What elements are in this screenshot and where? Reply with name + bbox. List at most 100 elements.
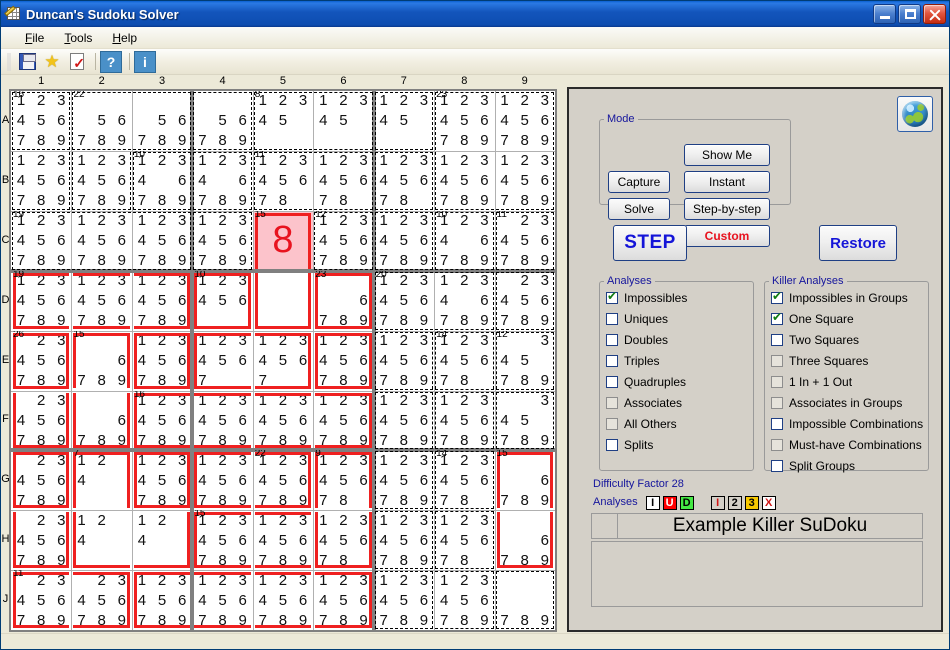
candidate-2[interactable]: 2 [394, 570, 414, 590]
candidate-4[interactable]: 4 [374, 291, 394, 311]
candidate-8[interactable]: 8 [454, 311, 474, 331]
check-button[interactable]: ✓ [66, 51, 88, 73]
grid-cell[interactable]: 1234567899 [313, 450, 373, 510]
sudoku-grid[interactable]: 1234567891612345678922123456789123456789… [11, 91, 555, 630]
candidate-4[interactable]: 4 [253, 470, 273, 490]
candidate-9[interactable]: 9 [474, 131, 494, 151]
candidate-4[interactable]: 4 [374, 410, 394, 430]
candidate-4[interactable]: 4 [434, 111, 454, 131]
candidate-7[interactable]: 7 [434, 131, 454, 151]
candidate-4[interactable]: 4 [313, 231, 333, 251]
candidate-5[interactable]: 5 [333, 231, 353, 251]
candidate-7[interactable]: 7 [374, 251, 394, 271]
analysis-checkbox[interactable] [606, 439, 618, 451]
candidate-9[interactable]: 9 [414, 371, 434, 391]
candidate-4[interactable]: 4 [434, 590, 454, 610]
killer-analysis-row[interactable]: Must-have Combinations [765, 434, 928, 455]
candidate-9[interactable]: 9 [535, 131, 555, 151]
candidate-8[interactable]: 8 [92, 251, 112, 271]
candidate-6[interactable]: 6 [112, 111, 132, 131]
analysis-checkbox[interactable] [606, 418, 618, 430]
killer-analysis-checkbox[interactable] [771, 292, 783, 304]
candidate-5[interactable]: 5 [273, 470, 293, 490]
candidate-9[interactable]: 9 [51, 131, 71, 151]
candidate-7[interactable]: 7 [434, 251, 454, 271]
grid-cell[interactable]: 123456789 [374, 391, 434, 451]
candidate-2[interactable]: 2 [454, 510, 474, 530]
grid-cell[interactable]: 123456789 [374, 91, 434, 151]
menu-tools[interactable]: Tools [54, 29, 102, 47]
candidate-8[interactable]: 8 [515, 251, 535, 271]
grid-cell[interactable]: 12345678912 [313, 211, 373, 271]
candidate-3[interactable]: 3 [414, 211, 434, 231]
candidate-2[interactable]: 2 [515, 211, 535, 231]
candidate-5[interactable]: 5 [31, 590, 51, 610]
candidate-8[interactable]: 8 [212, 191, 232, 211]
grid-cell[interactable]: 123456789 [495, 151, 555, 211]
grid-cell[interactable]: 12345678920 [374, 271, 434, 331]
candidate-7[interactable]: 7 [374, 191, 394, 211]
candidate-7[interactable]: 7 [192, 251, 212, 271]
grid-cell[interactable]: 12345678915 [71, 331, 131, 391]
capture-button[interactable]: Capture [608, 171, 670, 193]
candidate-4[interactable]: 4 [11, 171, 31, 191]
grid-cell[interactable]: 123456789 [313, 91, 373, 151]
candidate-7[interactable]: 7 [434, 430, 454, 450]
candidate-9[interactable]: 9 [414, 550, 434, 570]
candidate-3[interactable]: 3 [535, 151, 555, 171]
candidate-2[interactable]: 2 [394, 331, 414, 351]
candidate-4[interactable]: 4 [313, 590, 333, 610]
candidate-8[interactable]: 8 [92, 371, 112, 391]
candidate-8[interactable]: 8 [394, 430, 414, 450]
candidate-5[interactable]: 5 [92, 171, 112, 191]
solve-button[interactable]: Solve [608, 198, 670, 220]
analysis-checkbox[interactable] [606, 376, 618, 388]
candidate-9[interactable]: 9 [474, 191, 494, 211]
candidate-1[interactable]: 1 [374, 91, 394, 111]
grid-cell[interactable]: 12345678911 [495, 211, 555, 271]
killer-analysis-checkbox[interactable] [771, 334, 783, 346]
candidate-6[interactable]: 6 [414, 291, 434, 311]
candidate-2[interactable]: 2 [31, 91, 51, 111]
candidate-7[interactable]: 7 [11, 251, 31, 271]
candidate-2[interactable]: 2 [92, 211, 112, 231]
analysis-row[interactable]: Uniques [600, 308, 753, 329]
grid-cell[interactable]: 123456789 [495, 391, 555, 451]
grid-cell[interactable]: 123456789 [374, 151, 434, 211]
candidate-3[interactable]: 3 [535, 391, 555, 411]
candidate-7[interactable]: 7 [192, 191, 212, 211]
candidate-2[interactable]: 2 [394, 211, 414, 231]
grid-cell[interactable]: 123456789 [495, 271, 555, 331]
candidate-1[interactable]: 1 [71, 151, 91, 171]
killer-analysis-row[interactable]: One Square [765, 308, 928, 329]
candidate-5[interactable]: 5 [454, 590, 474, 610]
candidate-6[interactable]: 6 [293, 171, 313, 191]
candidate-6[interactable]: 6 [474, 171, 494, 191]
candidate-6[interactable]: 6 [233, 171, 253, 191]
candidate-3[interactable]: 3 [474, 91, 494, 111]
candidate-7[interactable]: 7 [11, 131, 31, 151]
candidate-7[interactable]: 7 [374, 550, 394, 570]
candidate-3[interactable]: 3 [414, 570, 434, 590]
grid-cell[interactable]: 123456789 [313, 331, 373, 391]
grid-cell[interactable]: 12345678923 [434, 91, 494, 151]
grid-cell[interactable]: 123456789 [374, 211, 434, 271]
candidate-4[interactable]: 4 [374, 590, 394, 610]
analysis-row[interactable]: Triples [600, 350, 753, 371]
candidate-8[interactable]: 8 [394, 371, 414, 391]
grid-cell[interactable]: 123456789 [495, 510, 555, 570]
candidate-9[interactable]: 9 [112, 131, 132, 151]
candidate-5[interactable]: 5 [31, 530, 51, 550]
grid-cell[interactable]: 12345678910 [192, 271, 252, 331]
grid-cell[interactable]: 123456789 [495, 91, 555, 151]
grid-cell[interactable]: 123456789 [192, 331, 252, 391]
candidate-6[interactable]: 6 [414, 470, 434, 490]
candidate-6[interactable]: 6 [474, 351, 494, 371]
notes-box[interactable] [591, 541, 923, 607]
candidate-6[interactable]: 6 [233, 231, 253, 251]
candidate-3[interactable]: 3 [414, 331, 434, 351]
candidate-4[interactable]: 4 [11, 111, 31, 131]
candidate-4[interactable]: 4 [434, 530, 454, 550]
candidate-3[interactable]: 3 [112, 211, 132, 231]
candidate-2[interactable]: 2 [454, 211, 474, 231]
